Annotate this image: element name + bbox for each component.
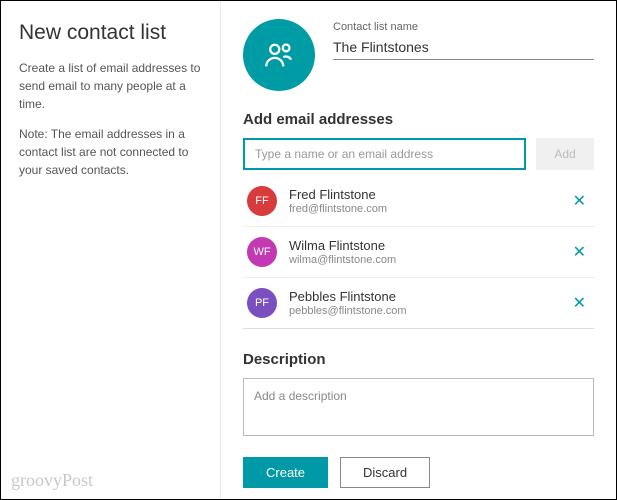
add-emails-heading: Add email addresses <box>243 111 594 128</box>
remove-contact-icon[interactable]: ✕ <box>569 238 590 266</box>
list-name-input[interactable] <box>333 35 594 60</box>
description-heading: Description <box>243 351 594 368</box>
contact-name: Wilma Flintstone <box>289 238 569 255</box>
contact-info: Fred Flintstonefred@flintstone.com <box>289 187 569 216</box>
list-avatar <box>243 19 315 91</box>
contact-row: FF Fred Flintstonefred@flintstone.com✕ <box>243 176 594 227</box>
info-panel: New contact list Create a list of email … <box>1 1 221 499</box>
contact-info: Wilma Flintstonewilma@flintstone.com <box>289 238 569 267</box>
create-button[interactable]: Create <box>243 457 328 488</box>
remove-contact-icon[interactable]: ✕ <box>569 187 590 215</box>
contact-email: wilma@flintstone.com <box>289 254 569 266</box>
contact-email: pebbles@flintstone.com <box>289 305 569 317</box>
contact-name: Pebbles Flintstone <box>289 289 569 306</box>
info-note: Note: The email addresses in a contact l… <box>19 125 202 179</box>
contact-list: FFFred Flintstonefred@flintstone.com✕WFW… <box>243 176 594 329</box>
page-title: New contact list <box>19 21 202 45</box>
contact-initials: PF <box>247 288 277 318</box>
name-field-label: Contact list name <box>333 21 594 33</box>
contact-email: fred@flintstone.com <box>289 203 569 215</box>
contact-name: Fred Flintstone <box>289 187 569 204</box>
discard-button[interactable]: Discard <box>340 457 430 488</box>
add-button[interactable]: Add <box>536 138 594 170</box>
contact-row: PF Pebbles Flintstonepebbles@flintstone.c… <box>243 278 594 329</box>
description-input[interactable] <box>243 378 594 436</box>
contact-initials: WF <box>247 237 277 267</box>
people-icon <box>262 38 296 72</box>
contact-initials: FF <box>247 186 277 216</box>
remove-contact-icon[interactable]: ✕ <box>569 289 590 317</box>
email-input[interactable] <box>243 138 526 170</box>
contact-info: Pebbles Flintstonepebbles@flintstone.com <box>289 289 569 318</box>
contact-row: WF Wilma Flintstonewilma@flintstone.com✕ <box>243 227 594 278</box>
info-paragraph: Create a list of email addresses to send… <box>19 59 202 113</box>
form-panel: Contact list name Add email addresses Ad… <box>221 1 616 499</box>
